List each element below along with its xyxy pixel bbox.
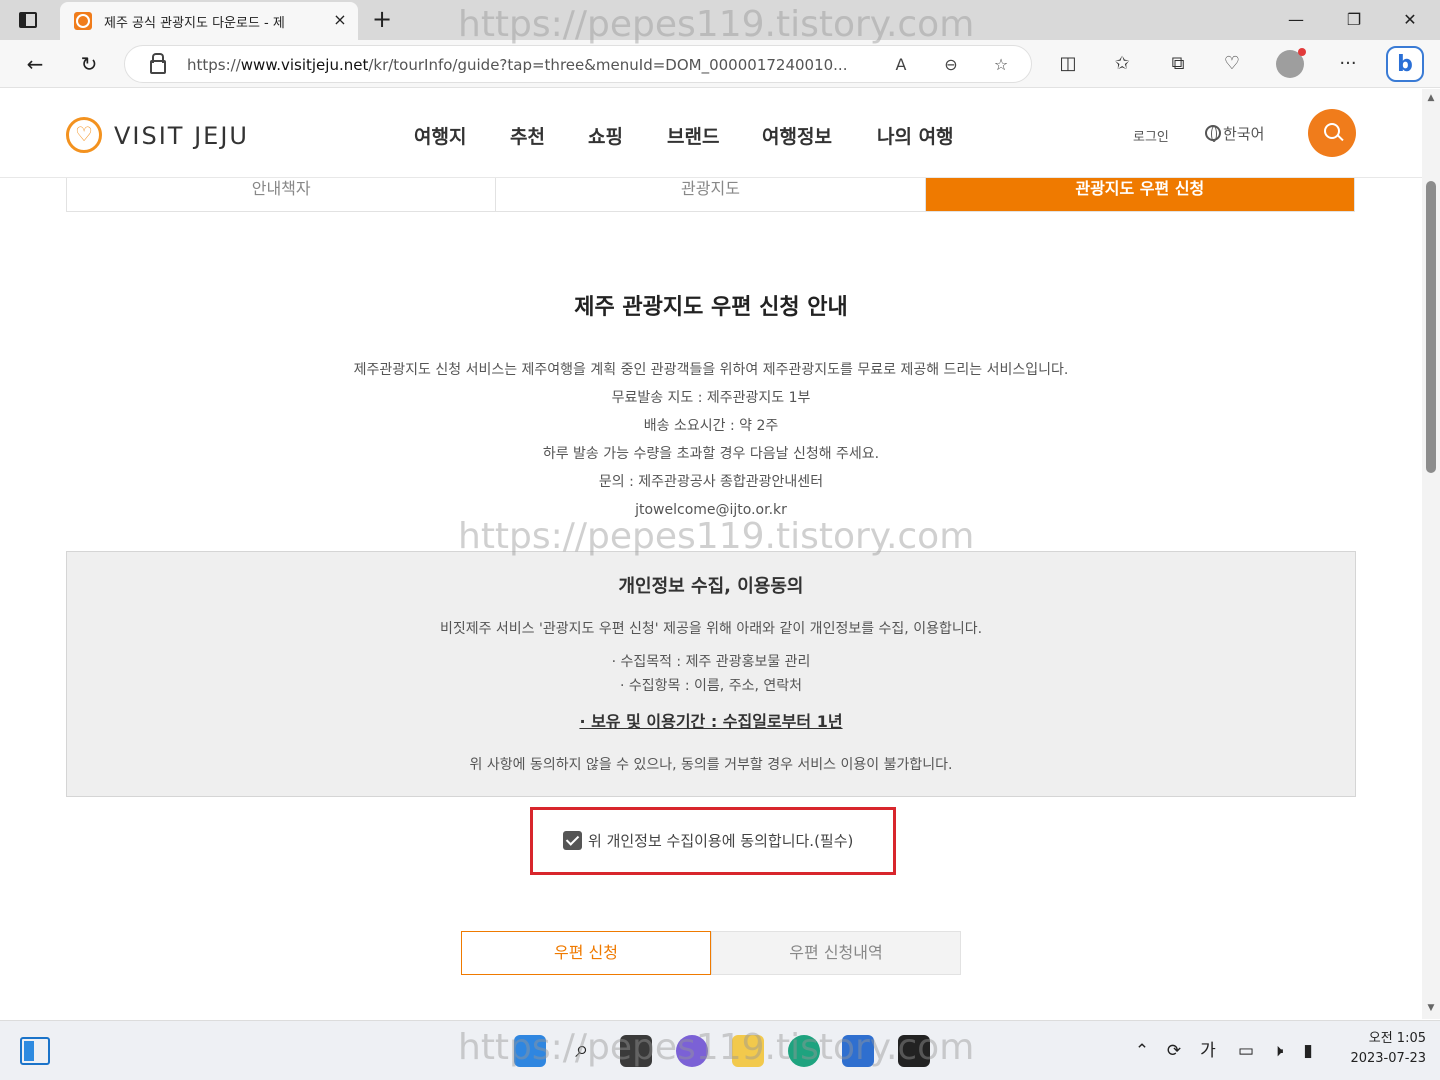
- browser-toolbar: ← ↻ https://www.visitjeju.net/kr/tourInf…: [0, 40, 1440, 88]
- volume-muted-icon[interactable]: 🕨: [1266, 1039, 1290, 1063]
- tab-actions-icon[interactable]: [14, 8, 42, 32]
- windows-taskbar: ⌕ https://pepes119.tistory.com ⌃ ⟳ 가 ▭ 🕨…: [0, 1020, 1440, 1080]
- agree-highlight-box: 위 개인정보 수집이용에 동의합니다.(필수): [530, 807, 896, 875]
- scroll-down-icon[interactable]: ▼: [1425, 1003, 1437, 1013]
- network-icon[interactable]: ▭: [1234, 1039, 1258, 1063]
- mail-request-button[interactable]: 우편 신청: [461, 931, 711, 975]
- nav-item-destinations[interactable]: 여행지: [414, 122, 466, 149]
- minimize-icon[interactable]: —: [1276, 6, 1316, 34]
- nav-item-brand[interactable]: 브랜드: [667, 122, 719, 149]
- info-line: 문의 : 제주관광공사 종합관광안내센터: [598, 474, 824, 490]
- zoom-out-icon[interactable]: ⊖: [939, 54, 963, 76]
- browser-tab-strip: 제주 공식 관광지도 다운로드 - 제 × + — ❐ ✕: [0, 0, 1440, 40]
- profile-avatar-icon[interactable]: [1276, 48, 1306, 78]
- language-selector[interactable]: 한국어: [1205, 123, 1264, 144]
- nav-item-travel-info[interactable]: 여행정보: [762, 122, 832, 149]
- request-history-button[interactable]: 우편 신청내역: [711, 931, 961, 975]
- sync-alert-icon[interactable]: ⟳: [1162, 1039, 1186, 1063]
- consent-item: · 수집목적 : 제주 관광홍보물 관리: [611, 654, 811, 670]
- battery-icon[interactable]: ▮: [1296, 1039, 1320, 1063]
- guide-subtabs: 안내책자 관광지도 관광지도 우편 신청: [66, 178, 1355, 212]
- scroll-thumb[interactable]: [1426, 181, 1436, 473]
- tab-map-mail-request[interactable]: 관광지도 우편 신청: [925, 178, 1354, 211]
- scroll-up-icon[interactable]: ▲: [1425, 93, 1437, 103]
- tab-title: 제주 공식 관광지도 다운로드 - 제: [104, 16, 285, 31]
- ime-indicator[interactable]: 가: [1196, 1039, 1220, 1063]
- site-header: VISIT JEJU 여행지 추천 쇼핑 브랜드 여행정보 나의 여행 로그인 …: [0, 89, 1422, 178]
- chat-app-icon[interactable]: [676, 1035, 708, 1067]
- read-aloud-icon[interactable]: A: [889, 54, 913, 76]
- consent-items: · 수집목적 : 제주 관광홍보물 관리 · 수집항목 : 이름, 주소, 연락…: [67, 650, 1355, 698]
- globe-icon: [1205, 125, 1221, 142]
- consent-item: · 수집항목 : 이름, 주소, 연락처: [620, 678, 802, 694]
- file-explorer-icon[interactable]: [732, 1035, 764, 1067]
- login-link[interactable]: 로그인: [1133, 126, 1169, 145]
- back-icon[interactable]: ←: [20, 50, 50, 78]
- info-line: 배송 소요시간 : 약 2주: [643, 418, 779, 434]
- contact-email: jtowelcome@ijto.or.kr: [635, 502, 787, 518]
- restore-icon[interactable]: ❐: [1334, 6, 1374, 34]
- page-scrollbar[interactable]: ▲ ▼: [1422, 89, 1440, 1019]
- taskbar-search-icon[interactable]: ⌕: [570, 1037, 594, 1061]
- nav-item-shopping[interactable]: 쇼핑: [588, 122, 623, 149]
- agree-checkbox[interactable]: [563, 831, 582, 850]
- logo-text[interactable]: VISIT JEJU: [114, 122, 249, 150]
- lock-icon[interactable]: [149, 53, 166, 74]
- consent-description: 비짓제주 서비스 '관광지도 우편 신청' 제공을 위해 아래와 같이 개인정보…: [439, 621, 983, 637]
- nav-item-recommend[interactable]: 추천: [510, 122, 545, 149]
- tab-tour-map[interactable]: 관광지도: [496, 178, 926, 211]
- clock-time: 오전 1:05: [1368, 1031, 1426, 1046]
- agree-label[interactable]: 위 개인정보 수집이용에 동의합니다.(필수): [588, 830, 853, 851]
- page-title: 제주 관광지도 우편 신청 안내: [574, 295, 848, 320]
- split-screen-icon[interactable]: ◫: [1054, 52, 1082, 76]
- favorite-star-icon[interactable]: ☆: [989, 54, 1013, 76]
- site-search-button[interactable]: [1308, 109, 1356, 157]
- edge-browser-icon[interactable]: [788, 1035, 820, 1067]
- consent-title: 개인정보 수집, 이용동의: [618, 576, 804, 597]
- more-options-icon[interactable]: ···: [1334, 52, 1362, 76]
- address-bar[interactable]: https://www.visitjeju.net/kr/tourInfo/gu…: [124, 45, 1032, 83]
- close-tab-icon[interactable]: ×: [330, 10, 350, 30]
- tab-guidebook[interactable]: 안내책자: [67, 178, 497, 211]
- info-line: 제주관광지도 신청 서비스는 제주여행을 계획 중인 관광객들을 위하여 제주관…: [353, 362, 1069, 378]
- browser-essentials-icon[interactable]: ♡: [1218, 52, 1246, 76]
- widgets-icon[interactable]: [20, 1037, 50, 1065]
- url-text[interactable]: https://www.visitjeju.net/kr/tourInfo/gu…: [187, 56, 887, 74]
- new-tab-icon[interactable]: +: [368, 6, 396, 34]
- close-window-icon[interactable]: ✕: [1390, 6, 1430, 34]
- store-icon[interactable]: [842, 1035, 874, 1067]
- info-line: 하루 발송 가능 수량을 초과할 경우 다음날 신청해 주세요.: [542, 446, 880, 462]
- start-menu-icon[interactable]: [514, 1035, 546, 1067]
- service-info: 제주관광지도 신청 서비스는 제주여행을 계획 중인 관광객들을 위하여 제주관…: [0, 356, 1422, 524]
- browser-tab-active[interactable]: 제주 공식 관광지도 다운로드 - 제 ×: [60, 2, 358, 40]
- agree-checkbox-row[interactable]: 위 개인정보 수집이용에 동의합니다.(필수): [563, 830, 853, 851]
- favorites-icon[interactable]: ✩: [1108, 52, 1136, 76]
- retention-period: · 보유 및 이용기간 : 수집일로부터 1년: [579, 712, 843, 731]
- task-view-icon[interactable]: [620, 1035, 652, 1067]
- info-line: 무료발송 지도 : 제주관광지도 1부: [611, 390, 811, 406]
- terminal-icon[interactable]: [898, 1035, 930, 1067]
- clock-date: 2023-07-23: [1350, 1051, 1426, 1066]
- nav-item-my-trip[interactable]: 나의 여행: [877, 122, 954, 149]
- visitjeju-favicon-icon: [74, 12, 92, 30]
- system-clock[interactable]: 오전 1:05 2023-07-23: [1330, 1029, 1426, 1069]
- visitjeju-logo-icon[interactable]: [66, 117, 102, 153]
- consent-note: 위 사항에 동의하지 않을 수 있으나, 동의를 거부할 경우 서비스 이용이 …: [469, 757, 953, 773]
- bing-chat-icon[interactable]: b: [1386, 46, 1424, 82]
- privacy-consent-box: 개인정보 수집, 이용동의 비짓제주 서비스 '관광지도 우편 신청' 제공을 …: [66, 551, 1356, 797]
- refresh-icon[interactable]: ↻: [74, 50, 104, 78]
- collections-icon[interactable]: ⧉: [1164, 52, 1192, 76]
- chevron-up-icon[interactable]: ⌃: [1130, 1039, 1154, 1063]
